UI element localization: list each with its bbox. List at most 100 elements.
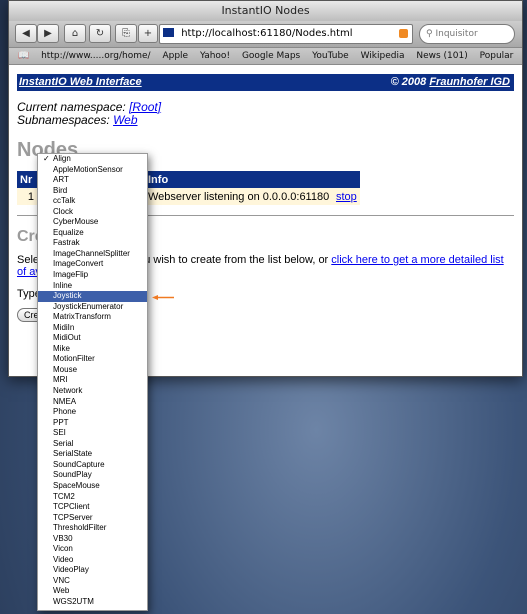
cell-action: stop bbox=[333, 188, 360, 205]
dropdown-option[interactable]: SoundCapture bbox=[38, 460, 147, 471]
dropdown-option-label: ART bbox=[53, 175, 69, 185]
dropdown-option[interactable]: Equalize bbox=[38, 228, 147, 239]
dropdown-option-label: SEI bbox=[53, 428, 66, 438]
dropdown-option-label: JoystickEnumerator bbox=[53, 301, 124, 311]
dropdown-option[interactable]: ART bbox=[38, 175, 147, 186]
url-text[interactable]: http://localhost:61180/Nodes.html bbox=[181, 28, 352, 39]
dropdown-option[interactable]: SoundPlay bbox=[38, 470, 147, 481]
dropdown-option[interactable]: Network bbox=[38, 386, 147, 397]
dropdown-option-label: WGS2UTM bbox=[53, 596, 94, 606]
dropdown-option[interactable]: Clock bbox=[38, 207, 147, 218]
dropdown-option-label: Fastrak bbox=[53, 238, 80, 248]
root-namespace-link[interactable]: [Root] bbox=[129, 100, 161, 114]
search-field[interactable]: ⚲ Inquisitor bbox=[419, 24, 515, 44]
dropdown-option-label: NMEA bbox=[53, 396, 77, 406]
dropdown-option[interactable]: PPT bbox=[38, 418, 147, 429]
bookmark-item[interactable]: News (101) bbox=[416, 51, 467, 61]
add-bookmark-button[interactable]: + bbox=[138, 24, 158, 43]
dropdown-option[interactable]: ThresholdFilter bbox=[38, 523, 147, 534]
dropdown-option[interactable]: TCPServer bbox=[38, 513, 147, 524]
dropdown-option-label: Vicon bbox=[53, 544, 73, 554]
bookmark-item[interactable]: Yahoo! bbox=[200, 51, 230, 61]
checkmark-icon: ✓ bbox=[43, 154, 50, 163]
dropdown-option[interactable]: TCM2 bbox=[38, 492, 147, 503]
dropdown-option[interactable]: SEI bbox=[38, 428, 147, 439]
dropdown-option[interactable]: MidiIn bbox=[38, 323, 147, 334]
dropdown-option[interactable]: TCPClient bbox=[38, 502, 147, 513]
dropdown-option[interactable]: Vicon bbox=[38, 544, 147, 555]
col-info: Info bbox=[145, 171, 333, 188]
dropdown-option[interactable]: Serial bbox=[38, 439, 147, 450]
dropdown-option[interactable]: Inline bbox=[38, 281, 147, 292]
dropdown-option[interactable]: ✓ Align bbox=[38, 154, 147, 165]
address-bar[interactable]: http://localhost:61180/Nodes.html bbox=[159, 24, 413, 44]
dropdown-option[interactable]: Web bbox=[38, 586, 147, 597]
dropdown-option[interactable]: JoystickEnumerator bbox=[38, 302, 147, 313]
bookmark-item[interactable]: Popular bbox=[480, 51, 514, 61]
dropdown-option-label: Bird bbox=[53, 185, 68, 195]
dropdown-option[interactable]: VideoPlay bbox=[38, 565, 147, 576]
dropdown-option[interactable]: Mike bbox=[38, 344, 147, 355]
dropdown-option[interactable]: Fastrak bbox=[38, 238, 147, 249]
dropdown-option[interactable]: SerialState bbox=[38, 449, 147, 460]
dropdown-option[interactable]: ImageChannelSplitter bbox=[38, 249, 147, 260]
dropdown-option-label: Phone bbox=[53, 407, 77, 417]
dropdown-option[interactable]: MidiOut bbox=[38, 333, 147, 344]
dropdown-option-label: CyberMouse bbox=[53, 217, 99, 227]
bookmark-item[interactable]: Wikipedia bbox=[361, 51, 405, 61]
subnamespaces-label: Subnamespaces: bbox=[17, 113, 114, 127]
dropdown-option[interactable]: Video bbox=[38, 555, 147, 566]
dropdown-option[interactable]: WGS2UTM bbox=[38, 597, 147, 608]
dropdown-option[interactable]: ImageConvert bbox=[38, 259, 147, 270]
back-button[interactable]: ◀ bbox=[15, 24, 37, 43]
dropdown-option[interactable]: NMEA bbox=[38, 397, 147, 408]
dropdown-option[interactable]: VNC bbox=[38, 576, 147, 587]
search-icon: ⚲ bbox=[426, 29, 433, 39]
dropdown-option[interactable]: MotionFilter bbox=[38, 354, 147, 365]
dropdown-option[interactable]: VB30 bbox=[38, 534, 147, 545]
fraunhofer-link[interactable]: Fraunhofer IGD bbox=[429, 76, 510, 88]
dropdown-option-label: ImageFlip bbox=[53, 270, 89, 280]
home-button[interactable]: ⌂ bbox=[64, 24, 86, 43]
dropdown-option-label: MRI bbox=[53, 375, 68, 385]
bookmark-item[interactable]: http://www.....org/home/ bbox=[41, 51, 150, 61]
bookmark-item[interactable]: Apple bbox=[162, 51, 188, 61]
stop-link[interactable]: stop bbox=[336, 191, 357, 203]
dropdown-option[interactable]: Joystick bbox=[38, 291, 147, 302]
bookmark-item[interactable]: Google Maps bbox=[242, 51, 300, 61]
dropdown-option[interactable]: AppleMotionSensor bbox=[38, 165, 147, 176]
page-header: InstantIO Web Interface © 2008 Fraunhofe… bbox=[17, 74, 514, 91]
bookmarks-book-icon[interactable]: 📖 bbox=[18, 51, 29, 61]
dropdown-option[interactable]: MRI bbox=[38, 375, 147, 386]
web-subnamespace-link[interactable]: Web bbox=[113, 113, 137, 127]
dropdown-option-label: Serial bbox=[53, 438, 74, 448]
dropdown-option[interactable]: MatrixTransform bbox=[38, 312, 147, 323]
dropdown-option[interactable]: ccTalk bbox=[38, 196, 147, 207]
dropdown-option[interactable]: Phone bbox=[38, 407, 147, 418]
node-type-dropdown[interactable]: ✓ Align AppleMotionSensor ART Bird ccTalk Cloc… bbox=[37, 153, 148, 611]
dropdown-option-label: TCM2 bbox=[53, 491, 75, 501]
snapback-icon: ⎘ bbox=[122, 28, 130, 39]
dropdown-option-label: VB30 bbox=[53, 533, 73, 543]
dropdown-option[interactable]: Bird bbox=[38, 186, 147, 197]
forward-button[interactable]: ▶ bbox=[37, 24, 59, 43]
dropdown-option-label: MotionFilter bbox=[53, 354, 95, 364]
snapback-button[interactable]: ⎘ bbox=[115, 24, 137, 43]
bookmark-item[interactable]: YouTube bbox=[312, 51, 349, 61]
dropdown-option[interactable]: CyberMouse bbox=[38, 217, 147, 228]
rss-icon[interactable] bbox=[399, 29, 408, 38]
browser-toolbar: ◀ ▶ ⌂ ↻ ⎘ + http://localhost:61180/Nodes… bbox=[9, 21, 522, 48]
col-nr: Nr bbox=[17, 171, 37, 188]
reload-button[interactable]: ↻ bbox=[89, 24, 111, 43]
dropdown-option[interactable]: SpaceMouse bbox=[38, 481, 147, 492]
dropdown-option-label: ImageChannelSplitter bbox=[53, 248, 130, 258]
dropdown-option[interactable]: Mouse bbox=[38, 365, 147, 376]
dropdown-option-label: Equalize bbox=[53, 227, 84, 237]
dropdown-option-label: Mike bbox=[53, 343, 70, 353]
header-home-link[interactable]: InstantIO Web Interface bbox=[19, 76, 142, 88]
dropdown-option[interactable]: ImageFlip bbox=[38, 270, 147, 281]
header-copyright: © 2008 Fraunhofer IGD bbox=[391, 74, 510, 91]
copyright-text: © 2008 bbox=[390, 76, 430, 88]
dropdown-option-label: Inline bbox=[53, 280, 73, 290]
dropdown-option-label: VideoPlay bbox=[53, 565, 89, 575]
